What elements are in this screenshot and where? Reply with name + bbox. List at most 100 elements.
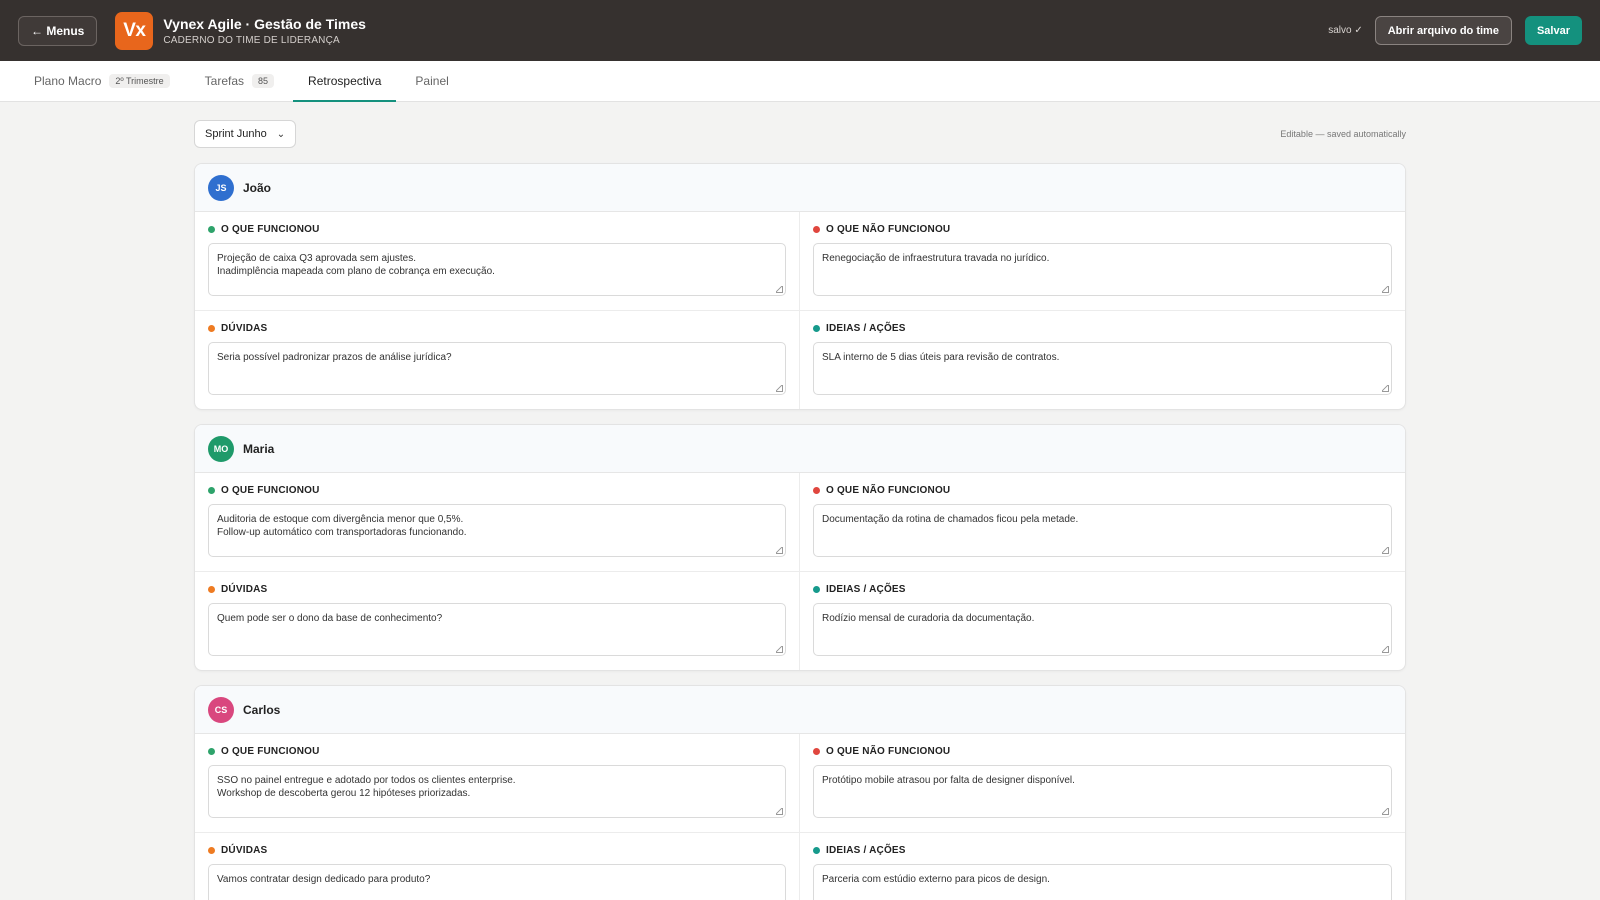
person-name: Carlos	[243, 702, 281, 717]
not-worked-textarea[interactable]: Protótipo mobile atrasou por falta de de…	[813, 765, 1392, 818]
section-label-text: DÚVIDAS	[221, 845, 268, 856]
section-worked: O QUE FUNCIONOU Projeção de caixa Q3 apr…	[195, 212, 800, 311]
ideas-textarea[interactable]: Rodízio mensal de curadoria da documenta…	[813, 603, 1392, 656]
section-label: O QUE FUNCIONOU	[208, 224, 786, 235]
avatar: JS	[208, 174, 234, 201]
section-doubts: DÚVIDAS Quem pode ser o dono da base de …	[195, 572, 800, 670]
section-label-text: IDEIAS / AÇÕES	[826, 584, 906, 595]
tab-tarefas[interactable]: Tarefas 85	[204, 61, 275, 101]
orange-dot-icon	[208, 847, 215, 854]
avatar: MO	[208, 435, 234, 462]
worked-textarea[interactable]: Projeção de caixa Q3 aprovada sem ajuste…	[208, 243, 786, 296]
section-label: O QUE NÃO FUNCIONOU	[813, 746, 1392, 757]
doubts-textarea[interactable]: Quem pode ser o dono da base de conhecim…	[208, 603, 786, 656]
section-label-text: O QUE FUNCIONOU	[221, 485, 320, 496]
ideas-textarea[interactable]: SLA interno de 5 dias úteis para revisão…	[813, 342, 1392, 395]
section-label: DÚVIDAS	[208, 584, 786, 595]
green-dot-icon	[208, 748, 215, 755]
tab-retrospectiva[interactable]: Retrospectiva	[293, 61, 397, 102]
person-card-header: JS João	[195, 164, 1405, 212]
teal-dot-icon	[813, 325, 820, 332]
section-label: IDEIAS / AÇÕES	[813, 323, 1392, 334]
saved-status: salvo ✓	[1328, 25, 1363, 36]
tab-bar: Plano Macro 2º Trimestre Tarefas 85 Retr…	[0, 61, 1600, 102]
section-label: O QUE FUNCIONOU	[208, 746, 786, 757]
person-name: Maria	[243, 441, 275, 456]
section-not-worked: O QUE NÃO FUNCIONOU Protótipo mobile atr…	[800, 734, 1405, 833]
section-ideas: IDEIAS / AÇÕES Rodízio mensal de curador…	[800, 572, 1405, 670]
section-ideas: IDEIAS / AÇÕES SLA interno de 5 dias úte…	[800, 311, 1405, 409]
avatar: CS	[208, 696, 234, 723]
green-dot-icon	[208, 226, 215, 233]
section-not-worked: O QUE NÃO FUNCIONOU Documentação da roti…	[800, 473, 1405, 572]
tab-painel[interactable]: Painel	[414, 61, 449, 101]
person-name: João	[243, 180, 272, 195]
not-worked-textarea[interactable]: Documentação da rotina de chamados ficou…	[813, 504, 1392, 557]
doubts-textarea[interactable]: Seria possível padronizar prazos de anál…	[208, 342, 786, 395]
person-cards: JS João O QUE FUNCIONOU Projeção de caix…	[194, 163, 1406, 900]
menus-back-button[interactable]: ← Menus	[18, 15, 98, 46]
section-label: IDEIAS / AÇÕES	[813, 584, 1392, 595]
retro-grid: O QUE FUNCIONOU Auditoria de estoque com…	[195, 473, 1405, 670]
app-logo: Vx	[115, 11, 154, 50]
tab-label: Tarefas	[204, 74, 245, 88]
retro-toolbar: Sprint Junho ⌄ Editable — saved automati…	[194, 120, 1406, 148]
person-card: JS João O QUE FUNCIONOU Projeção de caix…	[194, 163, 1406, 410]
section-label-text: DÚVIDAS	[221, 323, 268, 334]
doubts-textarea[interactable]: Vamos contratar design dedicado para pro…	[208, 864, 786, 900]
section-label-text: O QUE NÃO FUNCIONOU	[826, 485, 951, 496]
retro-grid: O QUE FUNCIONOU Projeção de caixa Q3 apr…	[195, 212, 1405, 409]
tab-badge: 2º Trimestre	[109, 74, 170, 88]
section-label: O QUE FUNCIONOU	[208, 485, 786, 496]
tab-plano-macro[interactable]: Plano Macro 2º Trimestre	[33, 61, 171, 101]
tab-label: Retrospectiva	[308, 74, 382, 88]
retro-grid: O QUE FUNCIONOU SSO no painel entregue e…	[195, 734, 1405, 900]
section-label: O QUE NÃO FUNCIONOU	[813, 485, 1392, 496]
section-label-text: IDEIAS / AÇÕES	[826, 845, 906, 856]
orange-dot-icon	[208, 586, 215, 593]
sprint-select[interactable]: Sprint Junho ⌄	[194, 120, 297, 148]
section-label-text: O QUE FUNCIONOU	[221, 224, 320, 235]
section-not-worked: O QUE NÃO FUNCIONOU Renegociação de infr…	[800, 212, 1405, 311]
section-ideas: IDEIAS / AÇÕES Parceria com estúdio exte…	[800, 833, 1405, 900]
title-block: Vynex Agile · Gestão de Times CADERNO DO…	[163, 16, 366, 46]
section-doubts: DÚVIDAS Seria possível padronizar prazos…	[195, 311, 800, 409]
person-card-header: MO Maria	[195, 425, 1405, 473]
tab-label: Plano Macro	[34, 74, 102, 88]
section-worked: O QUE FUNCIONOU SSO no painel entregue e…	[195, 734, 800, 833]
worked-textarea[interactable]: SSO no painel entregue e adotado por tod…	[208, 765, 786, 818]
section-label: DÚVIDAS	[208, 845, 786, 856]
section-label: IDEIAS / AÇÕES	[813, 845, 1392, 856]
section-label-text: O QUE NÃO FUNCIONOU	[826, 224, 951, 235]
worked-textarea[interactable]: Auditoria de estoque com divergência men…	[208, 504, 786, 557]
person-card: MO Maria O QUE FUNCIONOU Auditoria de es…	[194, 424, 1406, 671]
save-button[interactable]: Salvar	[1524, 16, 1582, 45]
red-dot-icon	[813, 226, 820, 233]
open-team-file-button[interactable]: Abrir arquivo do time	[1374, 16, 1512, 45]
retro-content: Sprint Junho ⌄ Editable — saved automati…	[194, 102, 1406, 900]
ideas-textarea[interactable]: Parceria com estúdio externo para picos …	[813, 864, 1392, 900]
not-worked-textarea[interactable]: Renegociação de infraestrutura travada n…	[813, 243, 1392, 296]
chevron-down-icon: ⌄	[276, 128, 286, 140]
tab-label: Painel	[415, 74, 449, 88]
teal-dot-icon	[813, 586, 820, 593]
sprint-select-value: Sprint Junho	[205, 128, 267, 140]
red-dot-icon	[813, 487, 820, 494]
person-card-header: CS Carlos	[195, 686, 1405, 734]
red-dot-icon	[813, 748, 820, 755]
app-title: Vynex Agile · Gestão de Times	[163, 15, 366, 32]
top-bar: ← Menus Vx Vynex Agile · Gestão de Times…	[0, 0, 1600, 61]
section-doubts: DÚVIDAS Vamos contratar design dedicado …	[195, 833, 800, 900]
section-label-text: O QUE FUNCIONOU	[221, 746, 320, 757]
section-worked: O QUE FUNCIONOU Auditoria de estoque com…	[195, 473, 800, 572]
autosave-note: Editable — saved automatically	[1280, 129, 1406, 139]
section-label: O QUE NÃO FUNCIONOU	[813, 224, 1392, 235]
section-label: DÚVIDAS	[208, 323, 786, 334]
teal-dot-icon	[813, 847, 820, 854]
section-label-text: DÚVIDAS	[221, 584, 268, 595]
app-subtitle: CADERNO DO TIME DE LIDERANÇA	[163, 34, 340, 46]
section-label-text: O QUE NÃO FUNCIONOU	[826, 746, 951, 757]
section-label-text: IDEIAS / AÇÕES	[826, 323, 906, 334]
person-card: CS Carlos O QUE FUNCIONOU SSO no painel …	[194, 685, 1406, 900]
tab-badge: 85	[252, 74, 275, 88]
